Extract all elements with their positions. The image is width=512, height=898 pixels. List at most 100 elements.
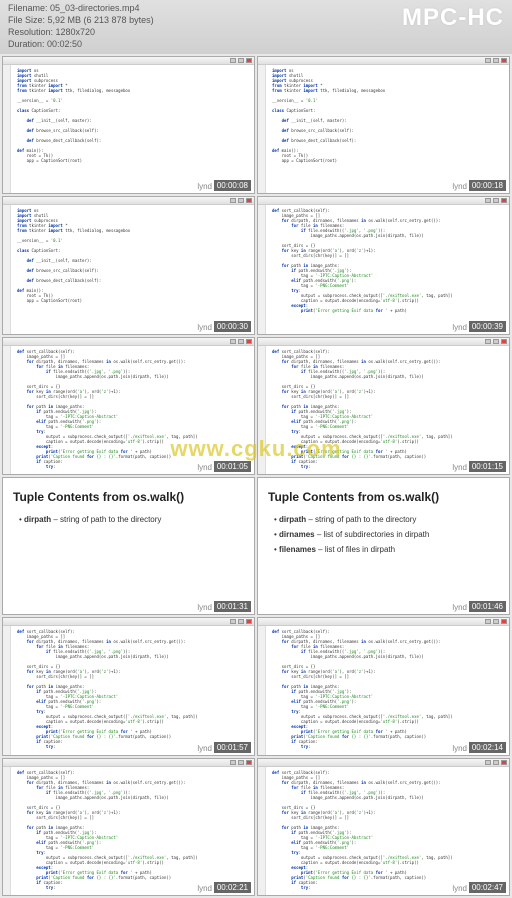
brand-label: lynd xyxy=(197,884,212,893)
timestamp-label: 00:00:30 xyxy=(214,321,251,332)
code-content: import os import shutil import subproces… xyxy=(13,205,254,306)
app-header: Filename: 05_03-directories.mp4 File Siz… xyxy=(0,0,512,54)
window-titlebar xyxy=(258,57,509,65)
thumbnail-tile[interactable]: import os import shutil import subproces… xyxy=(257,56,510,194)
window-titlebar xyxy=(3,618,254,626)
code-content: import os import shutil import subproces… xyxy=(13,65,254,166)
close-icon xyxy=(501,760,507,765)
line-numbers xyxy=(3,346,11,474)
code-content: def sort_callback(self): image_paths = [… xyxy=(268,346,509,472)
thumbnail-tile[interactable]: import os import shutil import subproces… xyxy=(2,196,255,334)
thumbnail-tile[interactable]: def sort_callback(self): image_paths = [… xyxy=(257,758,510,896)
close-icon xyxy=(246,58,252,63)
close-icon xyxy=(246,339,252,344)
slide-bullet: • dirnames – list of subdirectories in d… xyxy=(274,530,499,539)
window-titlebar xyxy=(3,759,254,767)
maximize-icon xyxy=(493,339,499,344)
timestamp-label: 00:01:57 xyxy=(214,742,251,753)
maximize-icon xyxy=(493,198,499,203)
brand-label: lynd xyxy=(197,323,212,332)
thumbnail-tile[interactable]: def sort_callback(self): image_paths = [… xyxy=(2,758,255,896)
window-titlebar xyxy=(258,759,509,767)
brand-label: lynd xyxy=(452,323,467,332)
slide-bullet: • filenames – list of files in dirpath xyxy=(274,545,499,554)
code-content: def sort_callback(self): image_paths = [… xyxy=(268,626,509,752)
slide-title: Tuple Contents from os.walk() xyxy=(13,490,244,504)
timestamp-label: 00:00:08 xyxy=(214,180,251,191)
minimize-icon xyxy=(230,58,236,63)
slide-bullet: • dirpath – string of path to the direct… xyxy=(274,515,499,524)
close-icon xyxy=(501,58,507,63)
close-icon xyxy=(246,760,252,765)
minimize-icon xyxy=(230,339,236,344)
timestamp-label: 00:01:05 xyxy=(214,461,251,472)
timestamp-label: 00:00:18 xyxy=(469,180,506,191)
maximize-icon xyxy=(493,619,499,624)
maximize-icon xyxy=(238,198,244,203)
line-numbers xyxy=(3,767,11,895)
timestamp-label: 00:01:15 xyxy=(469,461,506,472)
code-content: def sort_callback(self): image_paths = [… xyxy=(268,767,509,893)
maximize-icon xyxy=(238,619,244,624)
maximize-icon xyxy=(493,760,499,765)
thumbnail-tile[interactable]: def sort_callback(self): image_paths = [… xyxy=(257,337,510,475)
line-numbers xyxy=(258,626,266,754)
code-content: import os import shutil import subproces… xyxy=(268,65,509,166)
minimize-icon xyxy=(485,58,491,63)
line-numbers xyxy=(258,346,266,474)
thumbnail-tile[interactable]: import os import shutil import subproces… xyxy=(2,56,255,194)
window-titlebar xyxy=(258,338,509,346)
minimize-icon xyxy=(230,198,236,203)
thumbnail-tile[interactable]: def sort_callback(self): image_paths = [… xyxy=(257,196,510,334)
brand-label: lynd xyxy=(197,182,212,191)
close-icon xyxy=(501,339,507,344)
slide-bullet: • dirpath – string of path to the direct… xyxy=(19,515,244,524)
brand-label: lynd xyxy=(452,744,467,753)
window-titlebar xyxy=(258,618,509,626)
timestamp-label: 00:02:21 xyxy=(214,882,251,893)
timestamp-label: 00:01:46 xyxy=(469,601,506,612)
window-titlebar xyxy=(258,197,509,205)
timestamp-label: 00:00:39 xyxy=(469,321,506,332)
close-icon xyxy=(501,619,507,624)
window-titlebar xyxy=(3,57,254,65)
line-numbers xyxy=(258,65,266,193)
timestamp-label: 00:01:31 xyxy=(214,601,251,612)
minimize-icon xyxy=(485,198,491,203)
timestamp-label: 00:02:14 xyxy=(469,742,506,753)
close-icon xyxy=(501,198,507,203)
brand-label: lynd xyxy=(452,603,467,612)
line-numbers xyxy=(3,205,11,333)
minimize-icon xyxy=(485,619,491,624)
line-numbers xyxy=(258,767,266,895)
thumbnail-tile[interactable]: Tuple Contents from os.walk() • dirpath … xyxy=(257,477,510,615)
duration-label: Duration: 00:02:50 xyxy=(8,38,504,50)
maximize-icon xyxy=(238,760,244,765)
code-content: def sort_callback(self): image_paths = [… xyxy=(13,767,254,893)
timestamp-label: 00:02:47 xyxy=(469,882,506,893)
window-titlebar xyxy=(3,338,254,346)
close-icon xyxy=(246,619,252,624)
thumbnail-tile[interactable]: def sort_callback(self): image_paths = [… xyxy=(2,617,255,755)
maximize-icon xyxy=(238,58,244,63)
line-numbers xyxy=(3,65,11,193)
thumbnail-tile[interactable]: Tuple Contents from os.walk() • dirpath … xyxy=(2,477,255,615)
thumbnail-tile[interactable]: def sort_callback(self): image_paths = [… xyxy=(2,337,255,475)
thumbnail-tile[interactable]: def sort_callback(self): image_paths = [… xyxy=(257,617,510,755)
code-content: def sort_callback(self): image_paths = [… xyxy=(268,205,509,316)
brand-label: lynd xyxy=(452,463,467,472)
brand-label: lynd xyxy=(452,182,467,191)
minimize-icon xyxy=(485,339,491,344)
brand-label: lynd xyxy=(197,744,212,753)
minimize-icon xyxy=(230,760,236,765)
maximize-icon xyxy=(238,339,244,344)
app-title: MPC-HC xyxy=(402,4,504,32)
brand-label: lynd xyxy=(197,463,212,472)
code-content: def sort_callback(self): image_paths = [… xyxy=(13,626,254,752)
code-content: def sort_callback(self): image_paths = [… xyxy=(13,346,254,472)
minimize-icon xyxy=(230,619,236,624)
maximize-icon xyxy=(493,58,499,63)
close-icon xyxy=(246,198,252,203)
line-numbers xyxy=(258,205,266,333)
minimize-icon xyxy=(485,760,491,765)
